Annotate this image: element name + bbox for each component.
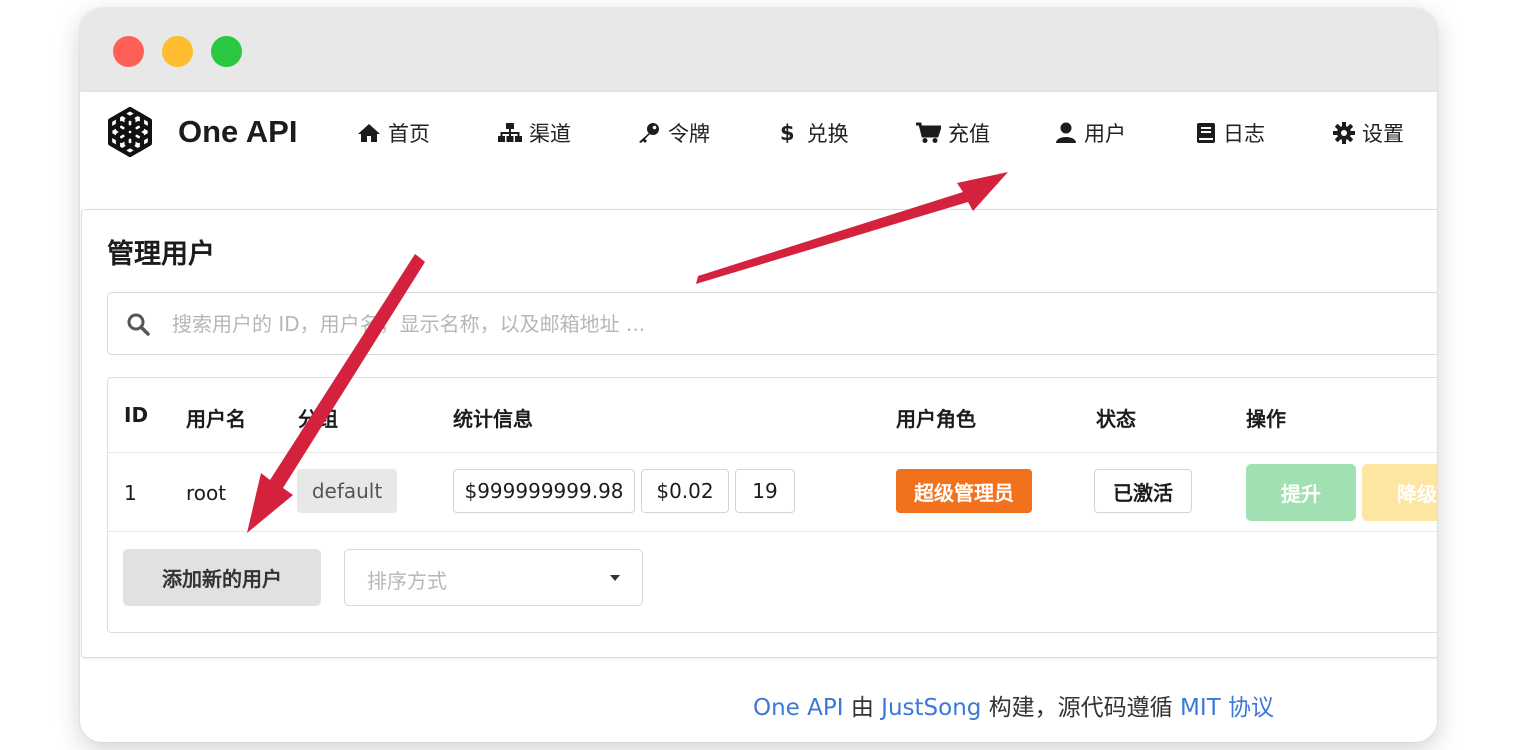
search-box (107, 292, 1437, 355)
nav-label: 首页 (388, 122, 430, 146)
nav-label: 充值 (948, 122, 990, 146)
openai-logo-icon[interactable] (100, 102, 160, 162)
column-header-group[interactable]: 分组 (298, 403, 338, 432)
top-navbar: One API 首页 渠道 令牌 $ 兑换 充值 用户 日志 设置 (80, 92, 1437, 179)
search-input[interactable] (170, 306, 1424, 342)
sort-dropdown[interactable]: 排序方式 (344, 549, 643, 606)
home-icon (358, 124, 380, 142)
key-icon (639, 123, 659, 143)
promote-button[interactable]: 提升 (1246, 464, 1356, 521)
footer: One API 由 JustSong 构建，源代码遵循 MIT 协议 (753, 688, 1274, 722)
column-header-status[interactable]: 状态 (1096, 403, 1136, 432)
user-icon (1056, 122, 1076, 143)
add-user-button[interactable]: 添加新的用户 (123, 549, 321, 606)
footer-license-link[interactable]: MIT 协议 (1180, 695, 1274, 721)
column-header-stats[interactable]: 统计信息 (453, 403, 533, 432)
cart-icon (916, 122, 941, 143)
nav-label: 设置 (1362, 122, 1404, 146)
sort-placeholder: 排序方式 (367, 569, 447, 593)
nav-label: 渠道 (529, 122, 571, 146)
caret-down-icon (610, 575, 620, 581)
book-icon (1197, 123, 1215, 143)
table-header: ID 用户名 分组 统计信息 用户角色 状态 操作 (108, 378, 1437, 453)
nav-item-redeem[interactable]: $ 兑换 (780, 116, 849, 150)
cell-id: 1 (124, 481, 137, 505)
request-count-badge: 19 (735, 469, 795, 513)
nav-label: 用户 (1084, 122, 1126, 146)
table-row: 1 root default $999999999.98 $0.02 19 超级… (108, 453, 1437, 532)
demote-button[interactable]: 降级 (1362, 464, 1437, 521)
role-badge: 超级管理员 (896, 469, 1032, 513)
group-badge: default (297, 469, 397, 513)
minimize-window-button[interactable] (162, 36, 193, 67)
gear-icon (1333, 122, 1355, 144)
maximize-window-button[interactable] (211, 36, 242, 67)
brand-name[interactable]: One API (178, 114, 297, 150)
footer-text: 由 (843, 695, 882, 721)
browser-window: One API 首页 渠道 令牌 $ 兑换 充值 用户 日志 设置 管理用户 搜… (80, 8, 1437, 742)
nav-label: 日志 (1223, 122, 1265, 146)
column-header-role[interactable]: 用户角色 (896, 403, 976, 432)
nav-label: 令牌 (668, 122, 710, 146)
nav-item-channels[interactable]: 渠道 (498, 116, 571, 150)
user-management-card: 管理用户 ID 用户名 分组 统计信息 用户角色 状态 操作 1 root de… (81, 209, 1437, 658)
nav-label: 兑换 (806, 122, 849, 146)
footer-project-link[interactable]: One API (753, 695, 844, 721)
column-header-username[interactable]: 用户名 (186, 403, 246, 432)
dollar-icon: $ (780, 121, 795, 145)
nav-item-users[interactable]: 用户 (1055, 116, 1126, 150)
footer-author-link[interactable]: JustSong (881, 695, 981, 721)
close-window-button[interactable] (113, 36, 144, 67)
nav-item-logs[interactable]: 日志 (1196, 116, 1265, 150)
nav-item-settings[interactable]: 设置 (1333, 116, 1404, 150)
search-icon (127, 313, 150, 336)
nav-item-tokens[interactable]: 令牌 (637, 116, 710, 150)
nav-item-topup[interactable]: 充值 (915, 116, 990, 150)
column-header-actions: 操作 (1246, 407, 1286, 431)
column-header-id[interactable]: ID (124, 403, 148, 427)
quota-remaining-badge: $999999999.98 (453, 469, 635, 513)
users-table: ID 用户名 分组 统计信息 用户角色 状态 操作 1 root default… (107, 377, 1437, 633)
quota-used-badge: $0.02 (641, 469, 729, 513)
window-titlebar (80, 8, 1437, 92)
page-title: 管理用户 (107, 239, 215, 270)
nav-item-home[interactable]: 首页 (357, 116, 430, 150)
status-badge: 已激活 (1094, 469, 1192, 513)
cell-username: root (186, 481, 227, 505)
footer-text: 构建，源代码遵循 (981, 695, 1180, 721)
sitemap-icon (498, 123, 522, 142)
